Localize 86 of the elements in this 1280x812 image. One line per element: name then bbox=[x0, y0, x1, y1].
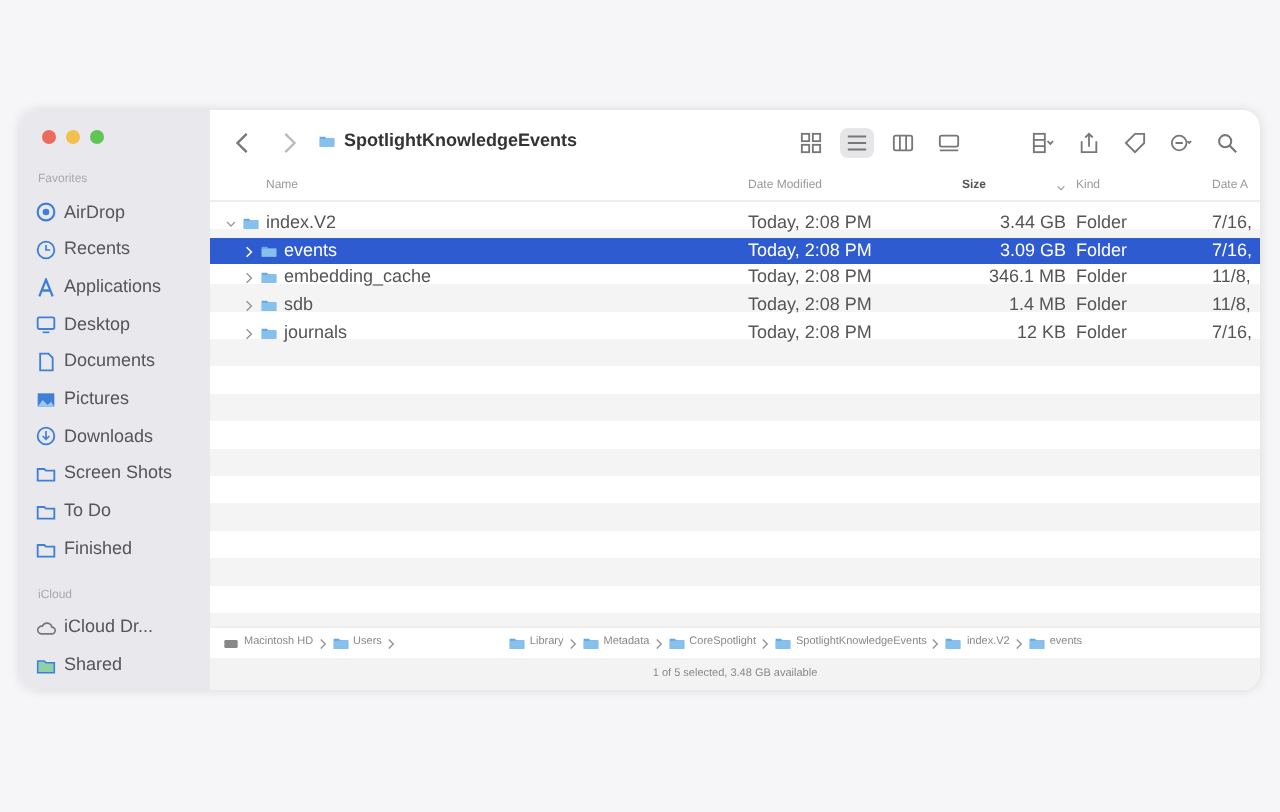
kind-text: Folder bbox=[1076, 212, 1128, 233]
folder-icon bbox=[242, 215, 260, 232]
sort-chevron-icon bbox=[1056, 181, 1066, 193]
folder-icon bbox=[944, 635, 963, 651]
folder-icon bbox=[36, 539, 56, 560]
size-text: 12 KB bbox=[1016, 319, 1066, 346]
document-icon bbox=[36, 352, 56, 373]
window-title: SpotlightKnowledgeEvents bbox=[344, 128, 578, 155]
date-text: 7/16, bbox=[1212, 321, 1253, 342]
file-row[interactable]: sdb Today, 2:08 PM 1.4 MB Folder 11/8, bbox=[210, 292, 1260, 320]
date-text: Today, 2:08 PM bbox=[748, 321, 872, 342]
folder-icon bbox=[318, 134, 336, 150]
folder-icon bbox=[581, 635, 600, 651]
sidebar-item[interactable]: Applications bbox=[36, 268, 210, 307]
date-text: Today, 2:08 PM bbox=[748, 239, 872, 260]
sidebar-item[interactable]: Shared bbox=[36, 647, 210, 685]
sidebar-item[interactable]: iCloud Dr... bbox=[36, 609, 210, 648]
chevron-right-icon bbox=[567, 637, 578, 649]
folder-icon bbox=[260, 243, 278, 260]
cloud-icon bbox=[36, 618, 56, 639]
folder-icon bbox=[260, 270, 278, 287]
file-name: embedding_cache bbox=[284, 264, 432, 291]
group-icon bbox=[1032, 131, 1054, 153]
file-row[interactable]: index.V2 Today, 2:08 PM 3.44 GB Folder 7/16, bbox=[210, 210, 1260, 238]
apps-icon bbox=[36, 277, 56, 298]
picture-icon bbox=[36, 389, 56, 410]
folder-icon bbox=[507, 635, 526, 651]
sidebar-item[interactable]: Downloads bbox=[36, 418, 210, 456]
file-name: journals bbox=[284, 319, 348, 346]
file-name: sdb bbox=[284, 292, 314, 319]
sidebar-item[interactable]: AirDrop bbox=[36, 194, 210, 232]
date-text: 11/8, bbox=[1212, 294, 1251, 315]
sidebar-item[interactable]: Documents bbox=[36, 343, 210, 381]
shared-folder-icon bbox=[36, 655, 56, 676]
kind-text: Folder bbox=[1076, 266, 1128, 287]
size-text: 346.1 MB bbox=[988, 264, 1066, 291]
file-row[interactable]: embedding_cache Today, 2:08 PM 346.1 MB Folder 11/8, bbox=[210, 264, 1260, 293]
folder-icon bbox=[774, 635, 792, 651]
file-name: events bbox=[284, 237, 338, 264]
tag-icon bbox=[1124, 131, 1146, 153]
size-text: 3.09 GB bbox=[999, 237, 1066, 264]
chevron-right-icon bbox=[760, 637, 770, 649]
folder-icon bbox=[667, 635, 686, 651]
folder-icon bbox=[36, 464, 56, 485]
date-text: 7/16, bbox=[1212, 212, 1253, 233]
folder-icon bbox=[1027, 635, 1046, 651]
chevron-right-icon bbox=[317, 637, 328, 649]
date-text: Today, 2:08 PM bbox=[748, 294, 872, 315]
folder-icon bbox=[331, 635, 350, 651]
chevron-right-icon bbox=[1013, 637, 1024, 649]
file-name: index.V2 bbox=[266, 210, 337, 237]
date-text: Today, 2:08 PM bbox=[748, 212, 872, 233]
more-icon bbox=[1170, 131, 1192, 153]
size-text: 1.4 MB bbox=[1008, 292, 1066, 319]
share-icon bbox=[1078, 131, 1100, 153]
list-view-icon bbox=[846, 131, 868, 153]
sidebar-item[interactable]: To Do bbox=[36, 493, 210, 531]
folder-icon bbox=[260, 325, 278, 342]
kind-text: Folder bbox=[1076, 294, 1128, 315]
file-row[interactable]: events Today, 2:08 PM 3.09 GB Folder 7/16, bbox=[210, 237, 1260, 265]
download-icon bbox=[36, 426, 56, 447]
kind-text: Folder bbox=[1076, 239, 1128, 260]
list-view-button[interactable] bbox=[840, 127, 874, 157]
sidebar-item[interactable]: Desktop bbox=[36, 306, 210, 344]
gallery-view-icon bbox=[938, 131, 960, 153]
desktop-icon bbox=[36, 314, 56, 335]
chevron-right-icon bbox=[930, 637, 941, 649]
folder-icon bbox=[36, 501, 56, 522]
date-text: Today, 2:08 PM bbox=[748, 266, 872, 287]
sidebar-item[interactable]: Recents bbox=[36, 231, 210, 269]
clock-icon bbox=[36, 240, 56, 261]
size-text: 3.44 GB bbox=[999, 210, 1066, 237]
kind-text: Folder bbox=[1076, 321, 1128, 342]
icon-view-icon bbox=[800, 131, 822, 153]
chevron-right-icon bbox=[653, 637, 664, 649]
date-text: 7/16, bbox=[1212, 239, 1253, 260]
file-row[interactable]: journals Today, 2:08 PM 12 KB Folder 7/16, bbox=[210, 319, 1260, 347]
airdrop-icon bbox=[36, 202, 56, 223]
sidebar-item[interactable]: Finished bbox=[36, 530, 210, 568]
folder-icon bbox=[260, 297, 278, 314]
sidebar-item[interactable]: Screen Shots bbox=[36, 455, 210, 493]
search-icon bbox=[1216, 131, 1238, 153]
chevron-right-icon bbox=[385, 637, 396, 649]
sidebar-item[interactable]: Pictures bbox=[36, 380, 210, 419]
date-text: 11/8, bbox=[1212, 266, 1251, 287]
column-view-icon bbox=[892, 131, 914, 153]
